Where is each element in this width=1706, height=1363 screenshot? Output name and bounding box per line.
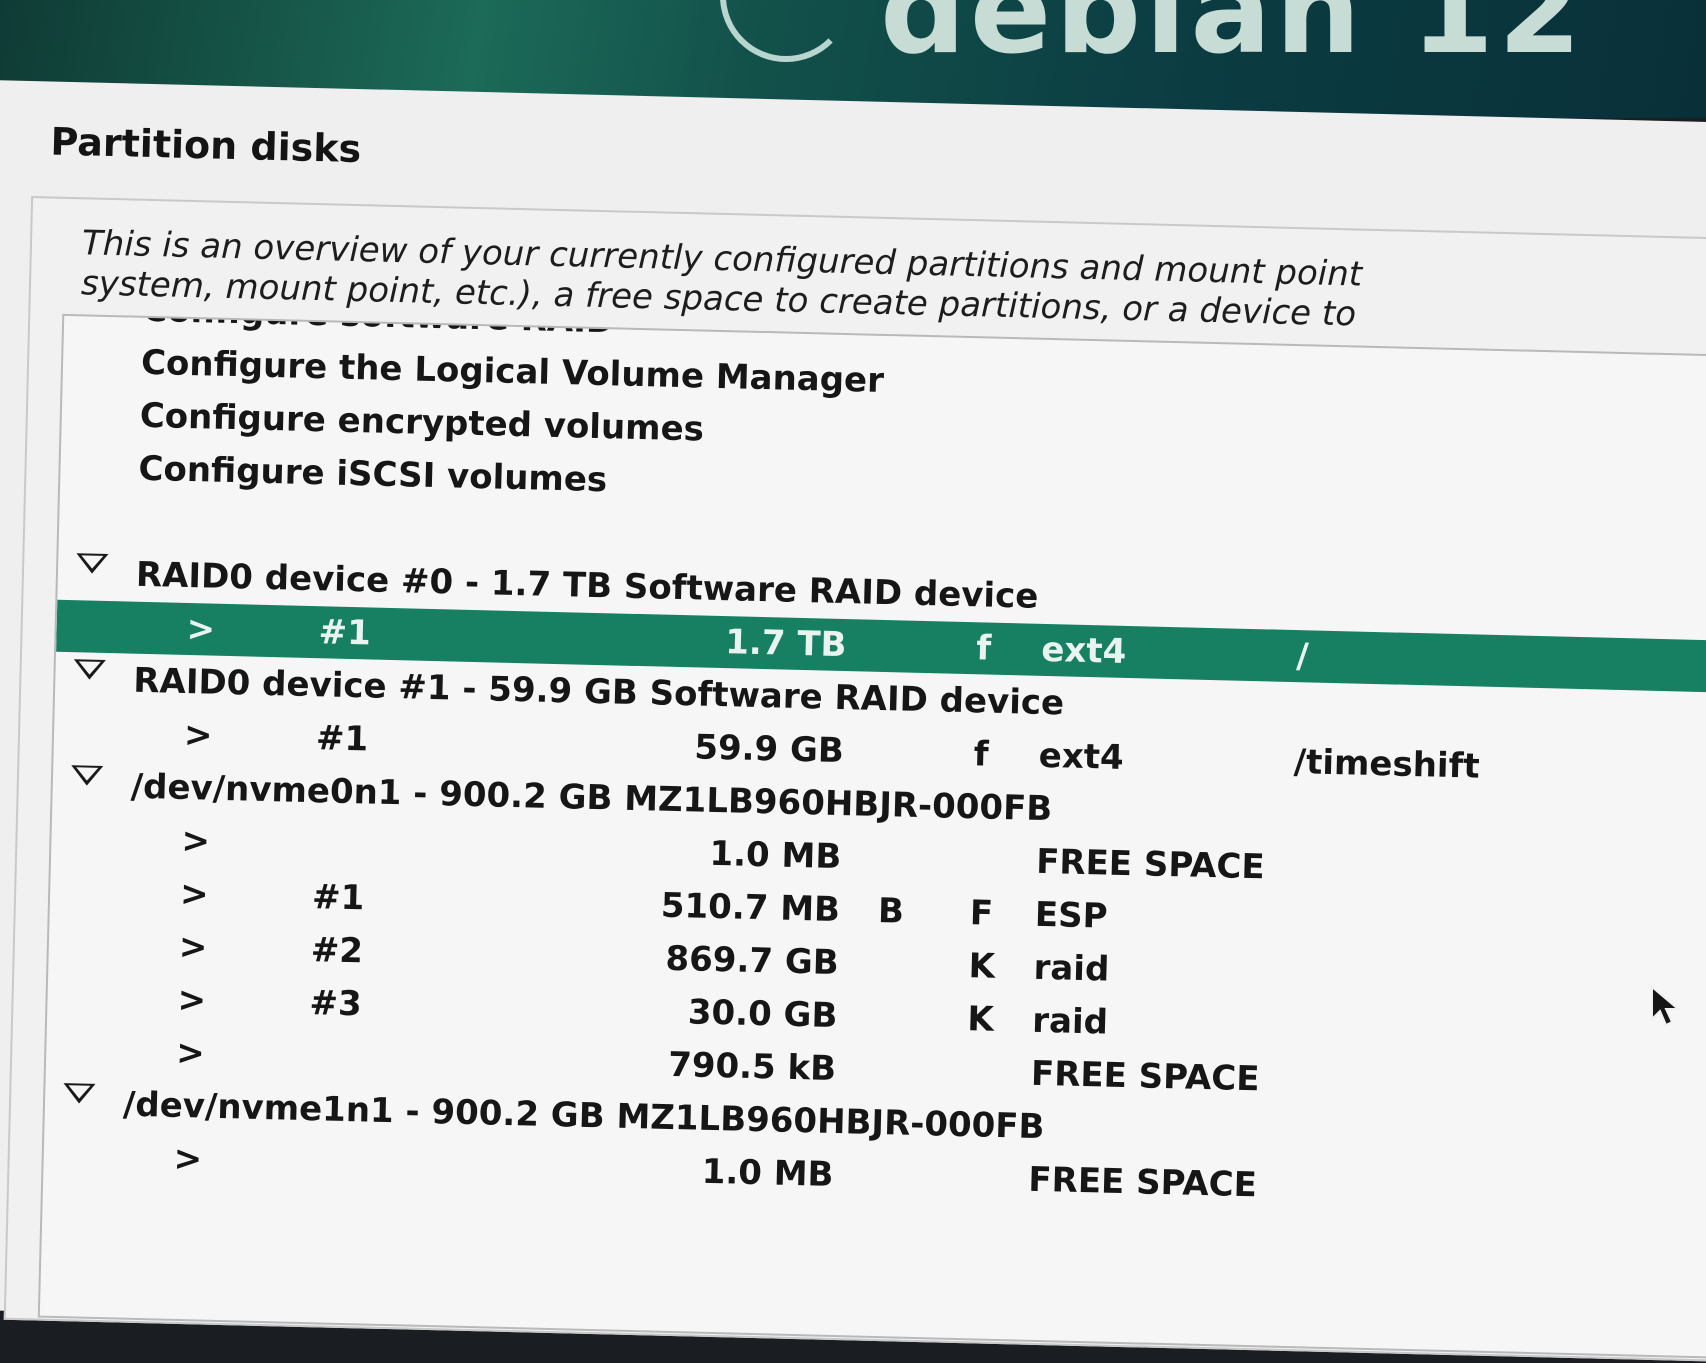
installer-window: Partition disks This is an overview of y…: [0, 80, 1706, 1362]
triangle-down-icon: [63, 1083, 96, 1104]
format-flag: f: [973, 734, 990, 775]
chevron-right-icon: >: [173, 1138, 203, 1180]
content-frame: This is an overview of your currently co…: [3, 196, 1706, 1362]
banner-brand: debian 12: [880, 0, 1586, 81]
chevron-right-icon: >: [179, 873, 210, 915]
partition-list[interactable]: Configure software RAID Configure the Log…: [37, 313, 1706, 1360]
bootable-flag: B: [877, 890, 905, 932]
partition-size: 59.9 GB: [693, 727, 845, 772]
chevron-right-icon: >: [186, 608, 216, 650]
partition-filesystem: FREE SPACE: [1030, 1053, 1260, 1100]
partition-mount-point: /: [1295, 636, 1310, 677]
partition-number: #3: [309, 983, 363, 1025]
partition-number: #1: [318, 612, 372, 654]
chevron-right-icon: >: [175, 1032, 206, 1074]
partition-filesystem: ext4: [1040, 629, 1127, 672]
mouse-pointer-icon: [1651, 985, 1681, 1027]
partition-filesystem: raid: [1031, 1000, 1109, 1043]
partition-size: 510.7 MB: [660, 885, 841, 931]
partition-size: 790.5 kB: [667, 1044, 837, 1089]
chevron-right-icon: >: [183, 714, 214, 756]
format-flag: F: [969, 893, 994, 934]
format-flag: K: [966, 999, 995, 1040]
menu-item-label: Configure encrypted volumes: [139, 395, 705, 450]
partition-filesystem: raid: [1033, 947, 1110, 990]
menu-item-label: Configure software RAID: [141, 313, 615, 342]
chevron-right-icon: >: [177, 979, 207, 1021]
partition-size: 30.0 GB: [687, 992, 838, 1036]
partition-filesystem: ext4: [1038, 735, 1125, 778]
partition-number: #1: [311, 877, 365, 919]
chevron-right-icon: >: [178, 926, 208, 968]
triangle-down-icon: [73, 659, 106, 680]
chevron-right-icon: >: [180, 820, 211, 862]
menu-item-label: Configure iSCSI volumes: [138, 448, 608, 501]
page-title: Partition disks: [49, 119, 362, 172]
partition-size: 869.7 GB: [665, 938, 840, 983]
partition-size: 1.7 TB: [724, 622, 847, 666]
format-flag: f: [975, 628, 992, 669]
partition-filesystem: ESP: [1034, 894, 1109, 937]
partition-number: #1: [315, 718, 369, 760]
partition-mount-point: /timeshift: [1293, 742, 1481, 787]
triangle-down-icon: [75, 553, 109, 575]
debian-swirl-icon: [720, 0, 852, 62]
partition-number: #2: [310, 930, 364, 972]
partition-filesystem: FREE SPACE: [1035, 841, 1266, 888]
format-flag: K: [968, 946, 996, 987]
partition-filesystem: FREE SPACE: [1027, 1159, 1258, 1206]
partition-size: 1.0 MB: [701, 1151, 834, 1195]
partition-size: 1.0 MB: [708, 833, 842, 878]
triangle-down-icon: [70, 765, 104, 786]
